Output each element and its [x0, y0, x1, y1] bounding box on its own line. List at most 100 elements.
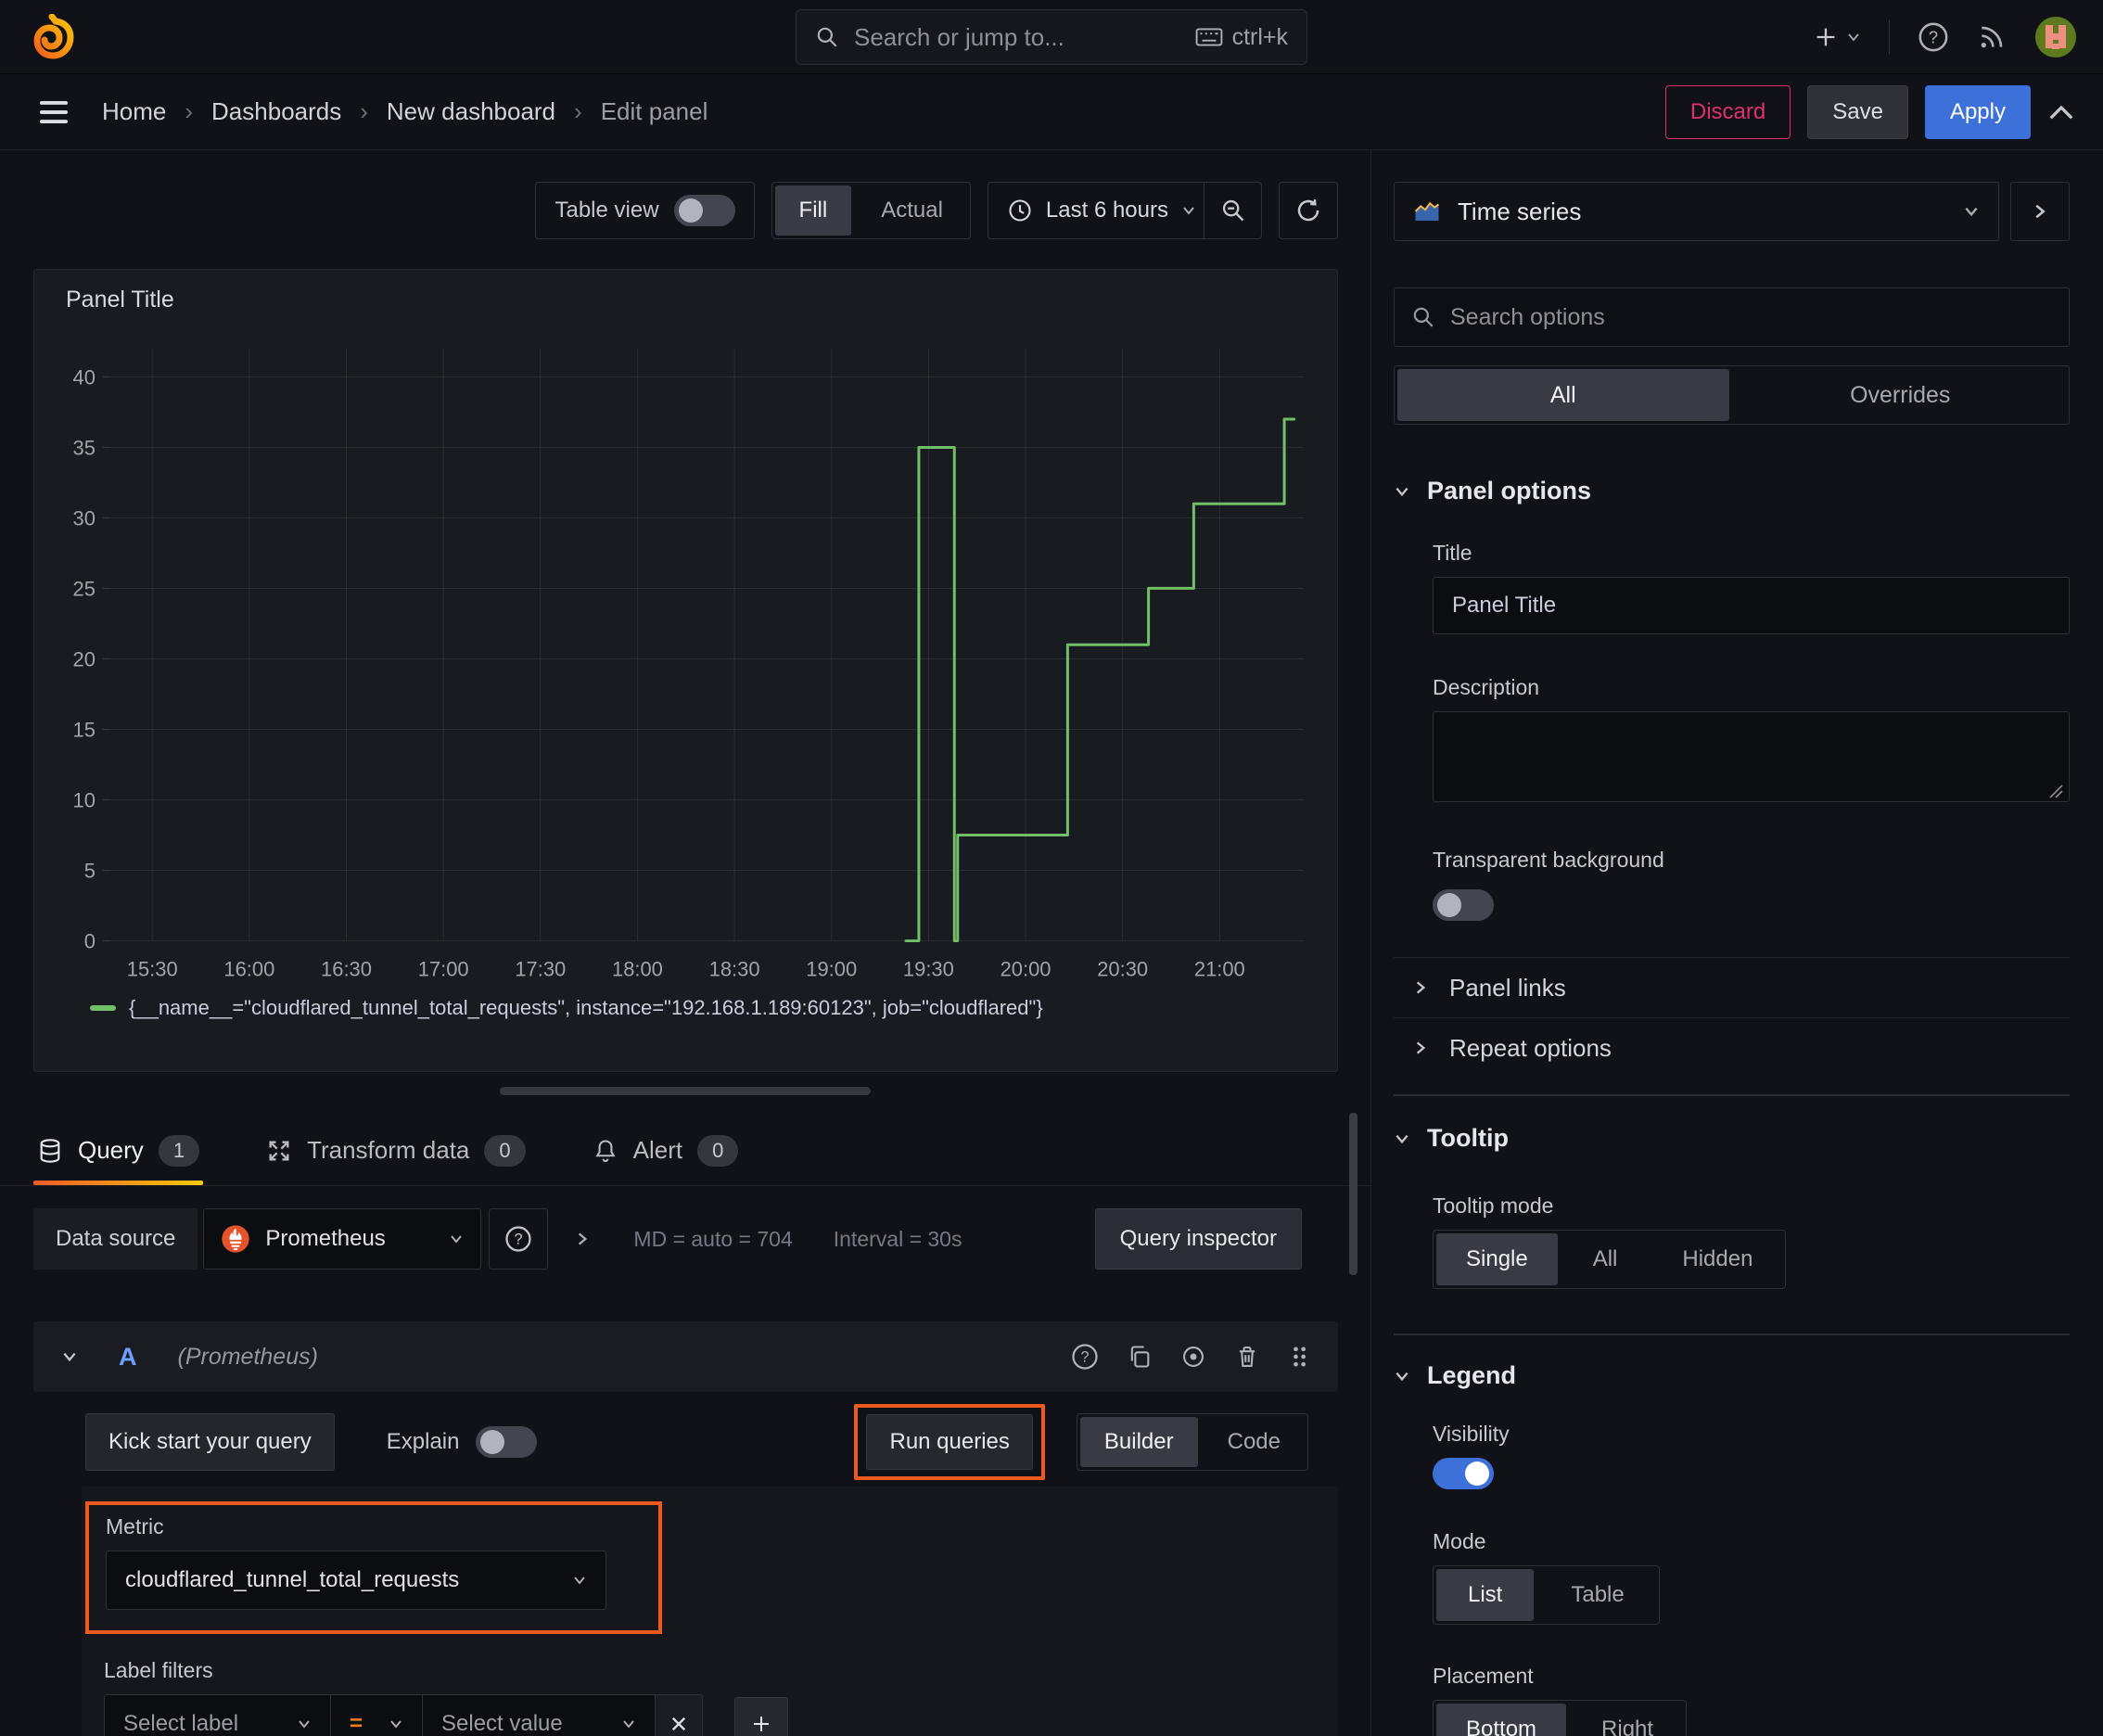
add-filter-button[interactable]	[734, 1697, 788, 1736]
tab-all-options[interactable]: All	[1397, 369, 1729, 421]
search-input[interactable]	[854, 22, 1180, 52]
chevron-down-icon	[299, 1720, 310, 1729]
datasource-picker[interactable]: Prometheus	[203, 1208, 482, 1270]
query-row-header[interactable]: A (Prometheus) ?	[33, 1321, 1338, 1392]
metric-label: Metric	[106, 1514, 164, 1538]
tooltip-mode-hidden[interactable]: Hidden	[1652, 1233, 1782, 1285]
plus-icon	[754, 1717, 769, 1731]
save-button[interactable]: Save	[1807, 84, 1908, 139]
svg-text:10: 10	[73, 789, 96, 812]
metric-value: cloudflared_tunnel_total_requests	[125, 1567, 460, 1592]
chevron-down-icon	[1848, 32, 1859, 42]
datasource-help-button[interactable]: ?	[489, 1208, 549, 1270]
operator-dropdown[interactable]: =	[330, 1694, 423, 1736]
discard-button[interactable]: Discard	[1664, 84, 1791, 139]
query-editor-card: A (Prometheus) ? Kick start your query E…	[33, 1321, 1338, 1736]
tooltip-mode-single[interactable]: Single	[1436, 1233, 1558, 1285]
breadcrumb-home[interactable]: Home	[102, 97, 166, 126]
legend-mode-list[interactable]: List	[1436, 1569, 1535, 1621]
drag-query-handle[interactable]	[1288, 1344, 1310, 1370]
tooltip-mode-group: Single All Hidden	[1433, 1230, 1787, 1289]
tab-transform-label: Transform data	[307, 1136, 470, 1164]
time-range-picker[interactable]: Last 6 hours	[988, 198, 1204, 223]
breadcrumb-separator-icon: ›	[574, 97, 582, 125]
tab-overrides[interactable]: Overrides	[1735, 369, 2067, 421]
remove-filter-button[interactable]	[655, 1694, 703, 1736]
visualization-name: Time series	[1458, 197, 1582, 225]
table-view-toggle[interactable]	[673, 195, 735, 226]
collapse-options-button[interactable]	[2047, 102, 2075, 122]
clock-icon	[1009, 199, 1031, 222]
duplicate-query-button[interactable]	[1127, 1344, 1153, 1370]
breadcrumb-edit-panel: Edit panel	[600, 97, 708, 125]
repeat-options-section[interactable]: Repeat options	[1394, 1018, 2070, 1078]
query-help-button[interactable]: ?	[1071, 1343, 1099, 1371]
fill-option[interactable]: Fill	[774, 185, 852, 236]
explain-toggle[interactable]	[476, 1426, 538, 1458]
global-search[interactable]: ctrl+k	[796, 9, 1307, 65]
breadcrumb-dashboards[interactable]: Dashboards	[211, 97, 341, 126]
panel-options-title: Panel options	[1427, 477, 1592, 504]
legend-series-label[interactable]: {__name__="cloudflared_tunnel_total_requ…	[129, 996, 1043, 1020]
run-queries-button[interactable]: Run queries	[866, 1414, 1033, 1470]
resize-grip-icon[interactable]	[2049, 785, 2063, 798]
svg-text:?: ?	[515, 1232, 523, 1248]
divider	[1889, 19, 1890, 55]
metric-select[interactable]: cloudflared_tunnel_total_requests	[106, 1551, 606, 1610]
help-icon: ?	[1072, 1344, 1098, 1370]
query-inspector-button[interactable]: Query inspector	[1094, 1208, 1302, 1270]
tooltip-section-header[interactable]: Tooltip	[1394, 1124, 2070, 1153]
refresh-button[interactable]	[1279, 182, 1338, 239]
code-option[interactable]: Code	[1204, 1417, 1305, 1467]
tab-alert[interactable]: Alert 0	[589, 1116, 743, 1185]
options-search-input[interactable]	[1450, 303, 2052, 331]
panel-title-input[interactable]	[1433, 577, 2070, 634]
expand-stats-button[interactable]	[574, 1231, 591, 1247]
select-label-dropdown[interactable]: Select label	[104, 1694, 331, 1736]
scrollbar[interactable]	[1349, 1113, 1357, 1275]
options-search[interactable]	[1394, 287, 2070, 347]
legend-placement-right[interactable]: Right	[1572, 1704, 1683, 1736]
svg-text:?: ?	[1080, 1349, 1089, 1366]
avatar[interactable]	[2034, 16, 2077, 58]
tab-transform[interactable]: Transform data 0	[262, 1116, 529, 1185]
builder-option[interactable]: Builder	[1079, 1417, 1198, 1467]
news-button[interactable]	[1977, 22, 2007, 52]
description-textarea[interactable]	[1433, 711, 2070, 802]
angle-right-icon	[2035, 204, 2046, 219]
tooltip-mode-all[interactable]: All	[1563, 1233, 1648, 1285]
legend-mode-table[interactable]: Table	[1539, 1569, 1655, 1621]
help-icon: ?	[505, 1226, 532, 1252]
transparent-background-toggle[interactable]	[1433, 889, 1494, 921]
svg-text:20:00: 20:00	[1001, 957, 1052, 980]
kick-start-button[interactable]: Kick start your query	[85, 1413, 335, 1471]
edit-panel-content: Table view Fill Actual Last 6 hours Pane…	[0, 150, 1370, 1736]
visualization-picker[interactable]: Time series	[1394, 182, 1999, 241]
menu-button[interactable]	[37, 98, 70, 126]
tab-query[interactable]: Query 1	[33, 1116, 204, 1185]
legend-visibility-toggle[interactable]	[1433, 1458, 1494, 1489]
resize-drag-handle[interactable]	[500, 1087, 871, 1095]
panel-options-header[interactable]: Panel options	[1394, 477, 2070, 505]
apply-button[interactable]: Apply	[1924, 84, 2031, 139]
actual-option[interactable]: Actual	[857, 185, 967, 236]
help-button[interactable]: ?	[1918, 21, 1949, 53]
time-series-chart[interactable]: 0 5 10 15 20 25 30 35 40 15:30 16:00 16:30 17:00 17:3…	[57, 339, 1315, 992]
breadcrumb-new-dashboard[interactable]: New dashboard	[387, 97, 555, 126]
svg-text:18:30: 18:30	[709, 957, 760, 980]
select-value-dropdown[interactable]: Select value	[422, 1694, 656, 1736]
legend-placement-bottom[interactable]: Bottom	[1436, 1704, 1567, 1736]
max-data-points-stat: MD = auto = 704	[633, 1226, 793, 1251]
disable-query-button[interactable]	[1180, 1344, 1206, 1370]
svg-text:16:00: 16:00	[223, 957, 274, 980]
zoom-out-time-button[interactable]	[1204, 183, 1261, 238]
grafana-logo-icon[interactable]	[30, 13, 74, 60]
legend-section-header[interactable]: Legend	[1394, 1361, 2070, 1390]
query-stats: MD = auto = 704 Interval = 30s	[633, 1227, 962, 1252]
chevron-down-icon	[63, 1352, 76, 1362]
chevron-down-icon	[1183, 207, 1194, 215]
toggle-viz-picker-button[interactable]	[2010, 182, 2070, 241]
delete-query-button[interactable]	[1234, 1344, 1260, 1370]
panel-links-section[interactable]: Panel links	[1394, 958, 2070, 1017]
add-button[interactable]	[1813, 24, 1861, 50]
